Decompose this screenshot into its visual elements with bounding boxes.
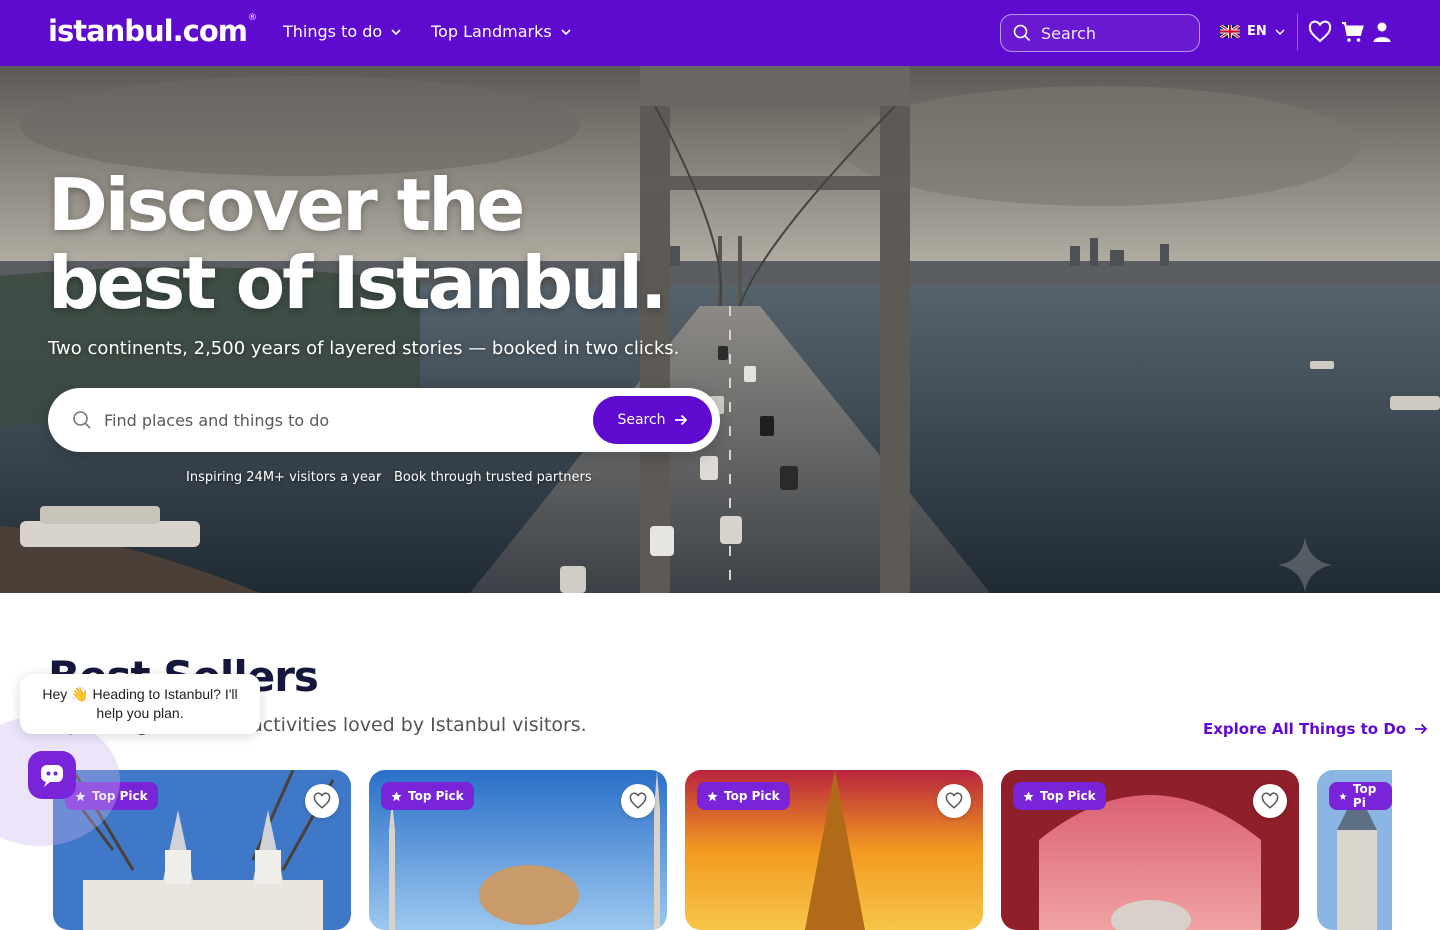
star-icon [1023, 790, 1034, 801]
explore-all-link[interactable]: Explore All Things to Do [1203, 720, 1428, 738]
nav-things-to-do[interactable]: Things to do [283, 22, 402, 41]
chevron-down-icon [561, 28, 571, 35]
product-card[interactable]: Top Pick [1001, 770, 1299, 930]
wishlist-button[interactable] [621, 784, 655, 818]
explore-link-label: Explore All Things to Do [1203, 720, 1407, 738]
hero-title-line: best of Istanbul. [48, 241, 667, 325]
chat-greeting-message[interactable]: Hey 👋 Heading to Istanbul? I'll help you… [20, 674, 260, 734]
badge-label: Top Pick [724, 789, 780, 803]
nav-link-label: Things to do [283, 22, 383, 41]
trust-separator: · [377, 470, 382, 485]
top-pick-badge: Top Pick [381, 782, 474, 810]
product-card[interactable]: Top Pick [369, 770, 667, 930]
user-icon[interactable] [1370, 20, 1394, 44]
wishlist-button[interactable] [937, 784, 971, 818]
logo-text: istanbul.com [48, 14, 248, 48]
nav-divider [1297, 14, 1298, 50]
star-icon [391, 790, 402, 801]
chevron-down-icon [1275, 29, 1285, 35]
heart-icon [313, 792, 331, 809]
nav-top-landmarks[interactable]: Top Landmarks [431, 22, 572, 41]
hero-search-input[interactable] [104, 410, 574, 430]
search-icon [1013, 24, 1031, 42]
chat-launcher-button[interactable] [28, 751, 76, 799]
star-icon [707, 790, 718, 801]
sparkle-icon [1278, 538, 1332, 592]
search-icon [73, 411, 91, 429]
uk-flag-icon [1220, 25, 1240, 38]
heart-icon [945, 792, 963, 809]
logo-registered-mark: ® [247, 13, 257, 24]
language-selector[interactable]: EN [1220, 24, 1286, 39]
heart-icon [1261, 792, 1279, 809]
arrow-right-icon [1415, 723, 1428, 735]
cart-icon[interactable] [1341, 20, 1365, 44]
chat-bot-icon [41, 765, 63, 787]
top-pick-badge: Top Pi [1329, 782, 1392, 810]
wishlist-button[interactable] [305, 784, 339, 818]
nav-link-label: Top Landmarks [431, 22, 552, 41]
trust-item-visitors: Inspiring 24M+ visitors a year [186, 470, 382, 485]
search-button-label: Search [617, 412, 666, 428]
badge-label: Top Pick [1040, 789, 1096, 803]
top-pick-badge: Top Pick [1013, 782, 1106, 810]
heart-icon[interactable] [1308, 20, 1332, 44]
language-code: EN [1247, 24, 1267, 39]
hero-bridge-photo [0, 66, 1440, 593]
nav-search-box[interactable] [1000, 14, 1200, 52]
badge-label: Top Pick [408, 789, 464, 803]
badge-label: Top Pi [1352, 782, 1377, 810]
chevron-down-icon [391, 28, 401, 35]
product-card[interactable]: Top Pick [685, 770, 983, 930]
hero-subtitle: Two continents, 2,500 years of layered s… [48, 338, 680, 359]
hero-section: Discover the best of Istanbul. Two conti… [0, 66, 1440, 593]
hero-title: Discover the best of Istanbul. [48, 163, 667, 325]
top-pick-badge: Top Pick [697, 782, 790, 810]
hero-title-line: Discover the [48, 163, 525, 247]
logo[interactable]: istanbul.com® [48, 13, 257, 48]
top-navbar: istanbul.com® Things to do Top Landmarks… [0, 0, 1440, 66]
arrow-right-icon [674, 414, 687, 426]
wishlist-button[interactable] [1253, 784, 1287, 818]
star-icon [1339, 792, 1347, 800]
nav-search-input[interactable] [1041, 23, 1181, 43]
product-card[interactable]: Top Pi [1317, 770, 1392, 930]
hero-search-button[interactable]: Search [593, 396, 712, 444]
hero-search-bar[interactable]: Search [48, 388, 720, 452]
heart-icon [629, 792, 647, 809]
trust-item-partners: Book through trusted partners [394, 470, 592, 485]
